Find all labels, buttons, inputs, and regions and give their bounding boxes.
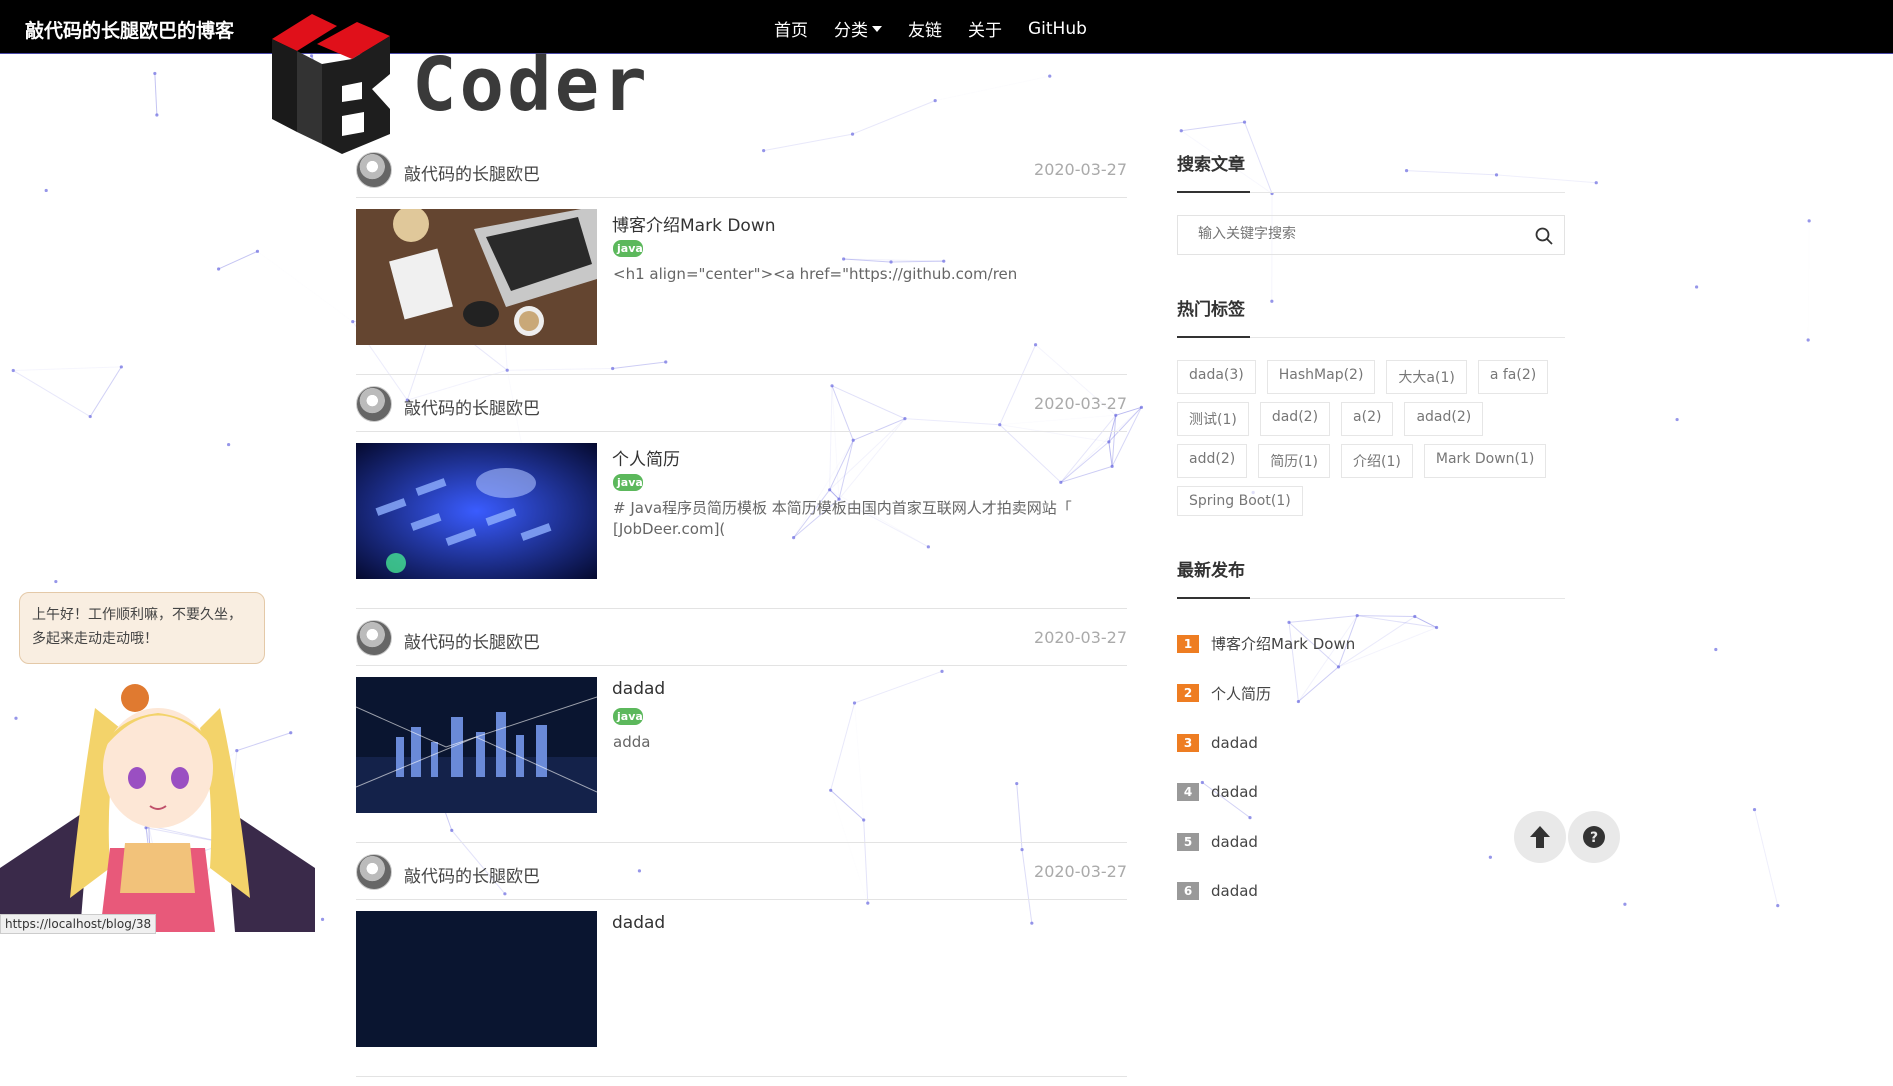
search-icon[interactable] [1534, 226, 1554, 246]
rank-badge: 2 [1177, 684, 1199, 702]
post-thumbnail[interactable] [356, 911, 597, 1047]
post-item: 敲代码的长腿欧巴 2020-03-27 dadad [356, 852, 1127, 1086]
site-logo: Coder [262, 14, 672, 156]
post-author: 敲代码的长腿欧巴 [404, 862, 540, 887]
avatar [356, 854, 392, 890]
tag-item[interactable]: 简历(1) [1258, 444, 1330, 478]
rank-badge: 6 [1177, 882, 1199, 900]
search-input[interactable] [1196, 225, 1520, 243]
rank-badge: 1 [1177, 635, 1199, 653]
post-author: 敲代码的长腿欧巴 [404, 160, 540, 185]
post-item: 敲代码的长腿欧巴 2020-03-27 [356, 384, 1127, 618]
rank-badge: 4 [1177, 783, 1199, 801]
mascot-speech-bubble: 上午好！工作顺利嘛，不要久坐，多起来走动走动哦！ [19, 592, 265, 664]
post-item: 敲代码的长腿欧巴 2020-03-27 dadad [356, 618, 1127, 852]
post-date: 2020-03-27 [1034, 160, 1127, 179]
sidebar: 搜索文章 热门标签 dada(3) HashMap(2) 大大a(1) a fa… [1177, 150, 1565, 916]
post-thumbnail[interactable] [356, 443, 597, 579]
arrow-up-icon [1514, 811, 1566, 863]
nav-home[interactable]: 首页 [774, 16, 808, 41]
nav-links[interactable]: 友链 [908, 16, 942, 41]
status-bar-url: https://localhost/blog/38 [0, 914, 156, 934]
recent-post-item[interactable]: 1博客介绍Mark Down [1177, 619, 1565, 669]
avatar [356, 620, 392, 656]
post-author: 敲代码的长腿欧巴 [404, 628, 540, 653]
recent-posts: 1博客介绍Mark Down 2个人简历 3dadad 4dadad 5dada… [1177, 619, 1565, 916]
post-author: 敲代码的长腿欧巴 [404, 394, 540, 419]
post-tag[interactable]: java [613, 708, 643, 725]
tag-item[interactable]: a fa(2) [1478, 360, 1548, 394]
post-title[interactable]: dadad [612, 913, 665, 933]
thumbnail-image [356, 677, 597, 813]
post-tag[interactable]: java [613, 474, 643, 491]
site-brand[interactable]: 敲代码的长腿欧巴的博客 [25, 16, 234, 43]
tag-item[interactable]: Spring Boot(1) [1177, 486, 1303, 516]
tag-item[interactable]: a(2) [1341, 402, 1393, 436]
avatar [356, 152, 392, 188]
mascot-character[interactable] [0, 668, 315, 932]
post-tag[interactable]: java [613, 240, 643, 257]
tag-item[interactable]: 大大a(1) [1386, 360, 1466, 394]
post-date: 2020-03-27 [1034, 394, 1127, 413]
recent-post-item[interactable]: 5dadad [1177, 817, 1565, 867]
main-nav: 首页 分类 友链 关于 GitHub [774, 16, 1113, 41]
nav-category[interactable]: 分类 [834, 16, 882, 41]
tag-cloud: dada(3) HashMap(2) 大大a(1) a fa(2) 测试(1) … [1177, 360, 1565, 524]
post-summary: adda [613, 732, 1113, 753]
nb-logo-icon [262, 14, 412, 156]
post-summary: <h1 align="center"><a href="https://gith… [613, 264, 1113, 285]
thumbnail-image [356, 209, 597, 345]
tag-item[interactable]: dad(2) [1260, 402, 1330, 436]
tag-item[interactable]: adad(2) [1404, 402, 1483, 436]
post-item: 敲代码的长腿欧巴 2020-03-27 博客介绍Mark Down java [356, 150, 1127, 384]
post-thumbnail[interactable] [356, 209, 597, 345]
post-thumbnail[interactable] [356, 677, 597, 813]
tag-item[interactable]: 测试(1) [1177, 402, 1249, 436]
post-title[interactable]: dadad [612, 679, 665, 699]
tag-item[interactable]: Mark Down(1) [1424, 444, 1546, 478]
back-to-top-button[interactable] [1514, 811, 1566, 863]
rank-badge: 3 [1177, 734, 1199, 752]
tag-item[interactable]: 介绍(1) [1341, 444, 1413, 478]
post-date: 2020-03-27 [1034, 862, 1127, 881]
recent-post-item[interactable]: 3dadad [1177, 718, 1565, 768]
recent-post-item[interactable]: 2个人简历 [1177, 669, 1565, 719]
search-box [1177, 215, 1565, 255]
post-title[interactable]: 博客介绍Mark Down [612, 211, 776, 236]
tag-item[interactable]: dada(3) [1177, 360, 1256, 394]
tag-item[interactable]: add(2) [1177, 444, 1247, 478]
thumbnail-image [356, 911, 597, 1047]
question-circle-icon: ? [1568, 811, 1620, 863]
post-summary: # Java程序员简历模板 本简历模板由国内首家互联网人才拍卖网站「 [JobD… [613, 498, 1113, 540]
thumbnail-image [356, 443, 597, 579]
rank-badge: 5 [1177, 833, 1199, 851]
search-section-title: 搜索文章 [1177, 150, 1565, 193]
recent-post-item[interactable]: 4dadad [1177, 768, 1565, 818]
help-button[interactable]: ? [1568, 811, 1620, 863]
nav-about[interactable]: 关于 [968, 16, 1002, 41]
tags-section-title: 热门标签 [1177, 295, 1565, 338]
svg-text:?: ? [1590, 830, 1598, 846]
avatar [356, 386, 392, 422]
recent-post-item[interactable]: 6dadad [1177, 867, 1565, 917]
post-list: 敲代码的长腿欧巴 2020-03-27 博客介绍Mark Down java [356, 150, 1127, 1086]
tag-item[interactable]: HashMap(2) [1267, 360, 1376, 394]
nav-github[interactable]: GitHub [1028, 16, 1087, 41]
caret-down-icon [872, 26, 882, 32]
logo-wordmark: Coder [412, 42, 650, 128]
post-title[interactable]: 个人简历 [612, 445, 680, 470]
recent-section-title: 最新发布 [1177, 556, 1565, 599]
post-date: 2020-03-27 [1034, 628, 1127, 647]
